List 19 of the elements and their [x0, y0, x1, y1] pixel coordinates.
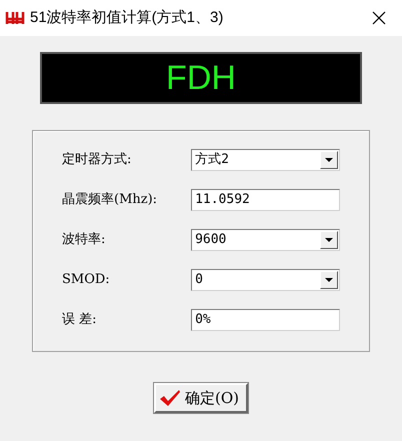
field-label: 定时器方式: — [62, 151, 132, 170]
field-label: 波特率: — [62, 231, 106, 250]
dropdown[interactable]: 9600 — [191, 229, 340, 251]
dropdown-arrow-icon[interactable] — [325, 278, 333, 282]
input-field[interactable]: 0% — [191, 309, 340, 331]
input-field[interactable]: 11.0592 — [191, 189, 340, 211]
app-icon — [5, 10, 25, 26]
ok-button[interactable]: 确定(O) — [154, 383, 248, 413]
field-label: 误 差: — [62, 311, 98, 330]
dropdown-arrow-icon[interactable] — [325, 158, 333, 162]
dropdown[interactable]: 0 — [191, 269, 340, 291]
window-title: 51波特率初值计算(方式1、3) — [30, 8, 224, 28]
dropdown[interactable]: 方式2 — [191, 149, 340, 171]
field-label: SMOD: — [62, 271, 111, 290]
dropdown-arrow-icon[interactable] — [325, 238, 333, 242]
result-display: FDH — [40, 52, 362, 104]
close-icon[interactable] — [372, 11, 386, 25]
check-icon — [158, 389, 181, 407]
field-label: 晶震频率(Mhz): — [62, 191, 158, 210]
